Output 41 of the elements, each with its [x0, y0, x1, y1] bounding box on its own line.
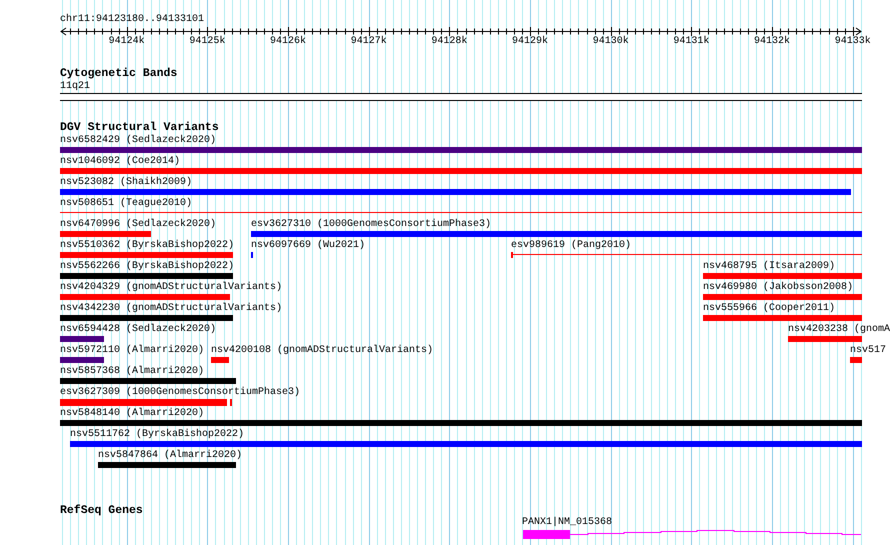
track-title: DGV Structural Variants [60, 122, 219, 134]
feature-label: esv989619 (Pang2010) [511, 240, 632, 251]
tick-label: 94127k [350, 36, 388, 48]
feature-label: nsv469980 (Jakobsson2008) [703, 282, 854, 293]
feature-label: nsv508651 (Teague2010) [60, 198, 192, 209]
feature-label: nsv4200108 (gnomADStructuralVariants) [211, 345, 434, 356]
feature-label: nsv5848140 (Almarri2020) [60, 408, 204, 419]
feature-label: nsv5511762 (ByrskaBishop2022) [70, 429, 244, 440]
feature-label: 11q21 [60, 81, 90, 92]
tick-label: 94125k [188, 36, 226, 48]
feature-label: nsv5857368 (Almarri2020) [60, 366, 204, 377]
feature-label: nsv468795 (Itsara2009) [703, 261, 836, 272]
tick-label: 94131k [672, 36, 710, 48]
tick-label: 94124k [108, 36, 146, 48]
feature-label: nsv4204329 (gnomADStructuralVariants) [60, 282, 282, 293]
feature-label: nsv5847864 (Almarri2020) [98, 450, 242, 461]
feature-label: nsv523082 (Shaikh2009) [60, 177, 192, 188]
feature-label: nsv6470996 (Sedlazeck2020) [60, 219, 216, 230]
tick-label: 94133k [834, 36, 872, 48]
feature-label: nsv4203238 (gnomA [788, 324, 890, 335]
track-title: Cytogenetic Bands [60, 68, 178, 80]
feature-label: esv3627310 (1000GenomesConsortiumPhase3) [251, 219, 492, 230]
tick-label: 94130k [592, 36, 630, 48]
feature-label: nsv5562266 (ByrskaBishop2022) [60, 261, 234, 272]
feature-label: nsv5972110 (Almarri2020) [60, 345, 204, 356]
feature-label: nsv555966 (Cooper2011) [703, 303, 836, 314]
tick-label: 94126k [269, 36, 308, 48]
feature-label: nsv6582429 (Sedlazeck2020) [60, 135, 216, 146]
feature-label: nsv6097669 (Wu2021) [251, 240, 366, 251]
tick-label: 94129k [511, 36, 550, 48]
feature-label: nsv6594428 (Sedlazeck2020) [60, 324, 216, 335]
feature-label: PANX1|NM_015368 [522, 517, 612, 528]
feature-label: nsv517 [850, 345, 886, 356]
location-label: chr11:94123180..94133101 [60, 14, 204, 26]
track-title: RefSeq Genes [60, 505, 143, 517]
feature-label: nsv5510362 (ByrskaBishop2022) [60, 240, 234, 251]
feature-label: nsv4342230 (gnomADStructuralVariants) [60, 303, 282, 314]
tick-label: 94128k [430, 36, 468, 48]
tick-label: 94132k [753, 36, 792, 48]
feature-label: esv3627309 (1000GenomesConsortiumPhase3) [60, 387, 300, 398]
feature-label: nsv1046092 (Coe2014) [60, 156, 180, 167]
